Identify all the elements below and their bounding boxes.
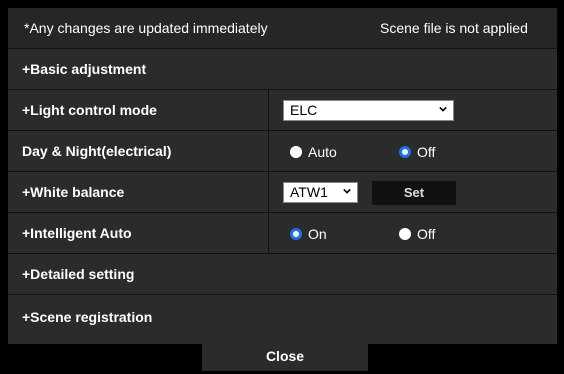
column-divider	[268, 172, 269, 212]
radio-unselected-icon	[290, 146, 302, 158]
white-balance-value: ATW1	[290, 184, 328, 200]
chevron-down-icon	[439, 106, 447, 112]
radio-selected-icon	[290, 228, 302, 240]
column-divider	[268, 90, 269, 130]
radio-label: Auto	[308, 144, 337, 160]
notice-row: *Any changes are updated immediately Sce…	[8, 8, 557, 49]
basic-adjustment-row[interactable]: +Basic adjustment	[8, 49, 557, 90]
white-balance-set-button[interactable]: Set	[372, 181, 456, 205]
detailed-setting-label[interactable]: +Detailed setting	[22, 254, 134, 294]
basic-adjustment-label[interactable]: +Basic adjustment	[22, 49, 146, 89]
white-balance-row: +White balance ATW1 Set	[8, 172, 557, 213]
radio-unselected-icon	[399, 228, 411, 240]
update-notice: *Any changes are updated immediately	[24, 20, 268, 36]
intelligent-auto-on-radio[interactable]: On	[290, 226, 327, 242]
column-divider	[268, 213, 269, 253]
light-control-mode-label[interactable]: +Light control mode	[22, 90, 157, 130]
white-balance-label[interactable]: +White balance	[22, 172, 124, 212]
intelligent-auto-row: +Intelligent Auto On Off	[8, 213, 557, 254]
day-night-label: Day & Night(electrical)	[22, 143, 172, 159]
day-night-auto-radio[interactable]: Auto	[290, 144, 337, 160]
radio-label: On	[308, 226, 327, 242]
scene-registration-row[interactable]: +Scene registration	[8, 295, 557, 344]
intelligent-auto-label[interactable]: +Intelligent Auto	[22, 213, 132, 253]
chevron-down-icon	[343, 188, 351, 194]
radio-selected-icon	[399, 146, 411, 158]
settings-panel: *Any changes are updated immediately Sce…	[8, 8, 557, 344]
light-control-mode-value: ELC	[290, 102, 318, 118]
scene-file-status: Scene file is not applied	[380, 20, 528, 36]
day-night-row: Day & Night(electrical) Auto Off	[8, 131, 557, 172]
scene-registration-label[interactable]: +Scene registration	[22, 295, 152, 340]
column-divider	[268, 131, 269, 171]
light-control-mode-row: +Light control mode ELC	[8, 90, 557, 131]
day-night-off-radio[interactable]: Off	[399, 144, 435, 160]
close-button[interactable]: Close	[202, 342, 368, 371]
radio-label: Off	[417, 226, 436, 242]
white-balance-select[interactable]: ATW1	[283, 182, 358, 203]
detailed-setting-row[interactable]: +Detailed setting	[8, 254, 557, 295]
light-control-mode-select[interactable]: ELC	[283, 100, 454, 121]
radio-label: Off	[417, 144, 436, 160]
intelligent-auto-off-radio[interactable]: Off	[399, 226, 435, 242]
